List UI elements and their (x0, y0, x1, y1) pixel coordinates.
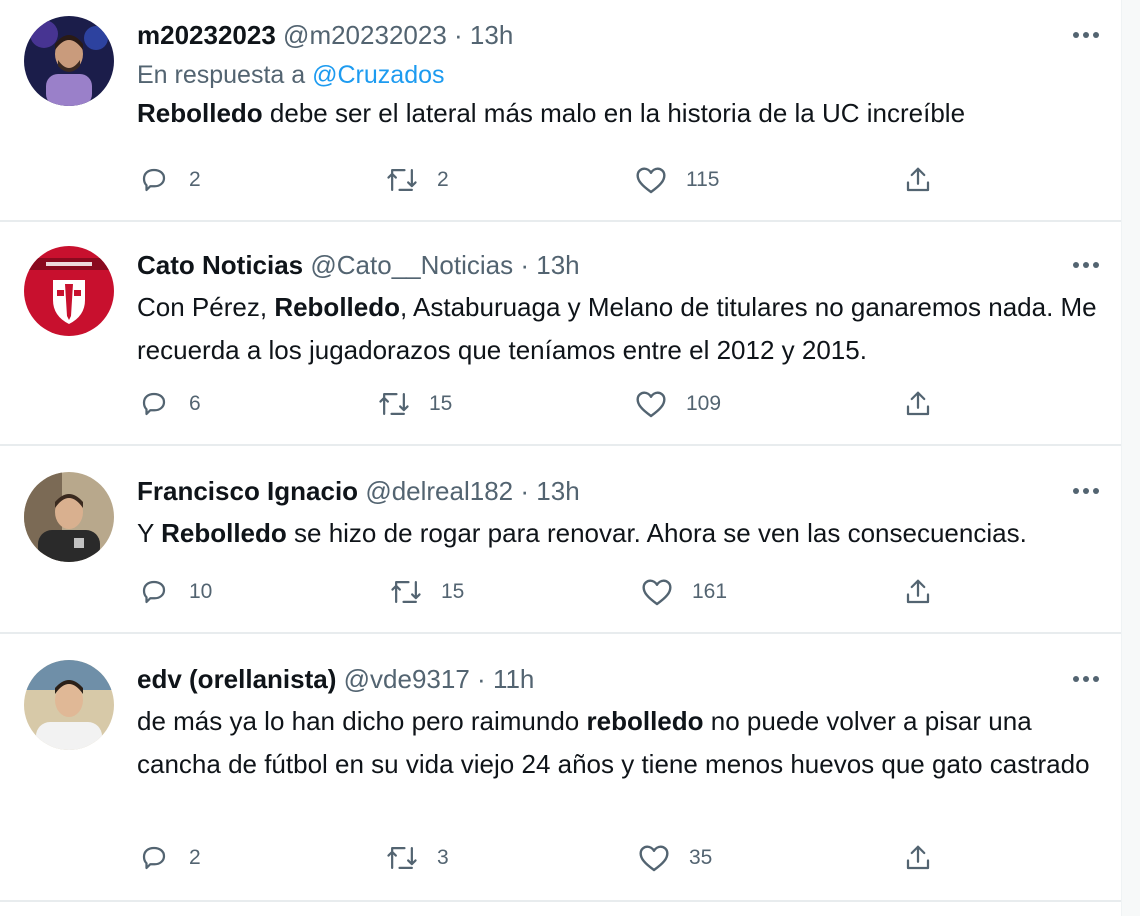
tweet-actions: 10 15 161 (137, 572, 957, 612)
display-name[interactable]: Cato Noticias (137, 250, 303, 280)
text-bold: Rebolledo (161, 518, 287, 548)
tweet-text: Y Rebolledo se hizo de rogar para renova… (137, 512, 1104, 555)
reply-mention-link[interactable]: @Cruzados (312, 61, 444, 89)
tweet-feed: m20232023 @m20232023 · 13h En respuesta … (0, 0, 1122, 916)
separator-dot: · (520, 250, 530, 280)
share-icon (901, 575, 935, 609)
tweet-2[interactable]: Cato Noticias @Cato__Noticias · 13h Con … (0, 222, 1122, 446)
like-button[interactable]: 115 (634, 160, 719, 200)
retweet-button[interactable]: 15 (389, 572, 464, 612)
retweet-button[interactable]: 15 (377, 384, 452, 424)
retweet-icon (385, 841, 419, 875)
tweet-text: de más ya lo han dicho pero raimundo reb… (137, 700, 1104, 786)
reply-icon (137, 575, 171, 609)
reply-prefix: En respuesta a (137, 61, 306, 89)
text-before: Y (137, 518, 154, 548)
reply-count: 2 (189, 846, 201, 869)
reply-count: 2 (189, 168, 201, 191)
tweet-3[interactable]: Francisco Ignacio @delreal182 · 13h Y Re… (0, 446, 1122, 634)
separator-dot: · (454, 20, 463, 50)
avatar-francisco-ignacio[interactable] (24, 472, 114, 562)
retweet-icon (385, 163, 419, 197)
tweet-text: Con Pérez, Rebolledo, Astaburuaga y Mela… (137, 286, 1104, 372)
like-count: 161 (692, 580, 728, 603)
tweet-4[interactable]: edv (orellanista) @vde9317 · 11h de más … (0, 634, 1122, 902)
more-icon[interactable] (1068, 247, 1104, 283)
share-button[interactable] (901, 160, 935, 200)
timestamp[interactable]: 13h (536, 250, 579, 280)
like-button[interactable]: 161 (640, 572, 727, 612)
text-bold: Rebolledo (274, 292, 400, 322)
retweet-count: 3 (437, 846, 449, 869)
tweet-1[interactable]: m20232023 @m20232023 · 13h En respuesta … (0, 0, 1122, 222)
reply-context: En respuesta a @Cruzados (137, 58, 1104, 92)
reply-button[interactable]: 2 (137, 838, 201, 878)
tweet-actions: 6 15 109 (137, 384, 957, 424)
tweet-header: Cato Noticias @Cato__Noticias · 13h (137, 248, 1104, 282)
tweet-actions: 2 2 115 (137, 160, 957, 200)
display-name[interactable]: Francisco Ignacio (137, 476, 358, 506)
reply-button[interactable]: 10 (137, 572, 212, 612)
text-before: Con Pérez, (137, 292, 268, 322)
like-count: 109 (686, 392, 722, 415)
user-handle[interactable]: @delreal182 (365, 476, 513, 506)
tweet-text: Rebolledo debe ser el lateral más malo e… (137, 92, 1104, 135)
text-before: de más ya lo han dicho pero raimundo (137, 706, 580, 736)
share-icon (901, 841, 935, 875)
user-handle[interactable]: @vde9317 (344, 664, 470, 694)
text-after: debe ser el lateral más malo en la histo… (269, 98, 966, 128)
avatar-cato-noticias[interactable] (24, 246, 114, 336)
retweet-button[interactable]: 3 (385, 838, 449, 878)
share-button[interactable] (901, 838, 935, 878)
more-icon[interactable] (1068, 17, 1104, 53)
retweet-icon (377, 387, 411, 421)
like-icon (637, 841, 671, 875)
tweet-header: m20232023 @m20232023 · 13h (137, 18, 1104, 52)
more-icon[interactable] (1068, 473, 1104, 509)
reply-count: 6 (189, 392, 201, 415)
page-scroll-edge[interactable] (1121, 0, 1140, 916)
reply-icon (137, 841, 171, 875)
retweet-button[interactable]: 2 (385, 160, 449, 200)
text-bold: Rebolledo (137, 98, 263, 128)
like-icon (640, 575, 674, 609)
share-icon (901, 387, 935, 421)
tweet-actions: 2 3 35 (137, 838, 957, 878)
user-handle[interactable]: @m20232023 (283, 20, 447, 50)
like-count: 35 (689, 846, 713, 869)
like-button[interactable]: 35 (637, 838, 712, 878)
separator-dot: · (520, 476, 530, 506)
display-name[interactable]: m20232023 (137, 20, 276, 50)
retweet-count: 2 (437, 168, 449, 191)
reply-icon (137, 163, 171, 197)
like-icon (634, 387, 668, 421)
reply-button[interactable]: 2 (137, 160, 201, 200)
share-icon (901, 163, 935, 197)
share-button[interactable] (901, 572, 935, 612)
like-button[interactable]: 109 (634, 384, 721, 424)
reply-count: 10 (189, 580, 213, 603)
display-name[interactable]: edv (orellanista) (137, 664, 336, 694)
avatar-m20232023[interactable] (24, 16, 114, 106)
reply-button[interactable]: 6 (137, 384, 201, 424)
timestamp[interactable]: 13h (536, 476, 579, 506)
text-bold: rebolledo (586, 706, 704, 736)
like-count: 115 (686, 168, 720, 191)
separator-dot: · (477, 664, 486, 694)
timestamp[interactable]: 11h (493, 664, 534, 694)
retweet-count: 15 (429, 392, 453, 415)
user-handle[interactable]: @Cato__Noticias (310, 250, 513, 280)
tweet-header: edv (orellanista) @vde9317 · 11h (137, 662, 1104, 696)
retweet-icon (389, 575, 423, 609)
retweet-count: 15 (441, 580, 465, 603)
text-after: se hizo de rogar para renovar. Ahora se … (294, 518, 1027, 548)
avatar-edv-orellanista[interactable] (24, 660, 114, 750)
timestamp[interactable]: 13h (470, 20, 513, 50)
reply-icon (137, 387, 171, 421)
more-icon[interactable] (1068, 661, 1104, 697)
share-button[interactable] (901, 384, 935, 424)
tweet-header: Francisco Ignacio @delreal182 · 13h (137, 474, 1104, 508)
like-icon (634, 163, 668, 197)
